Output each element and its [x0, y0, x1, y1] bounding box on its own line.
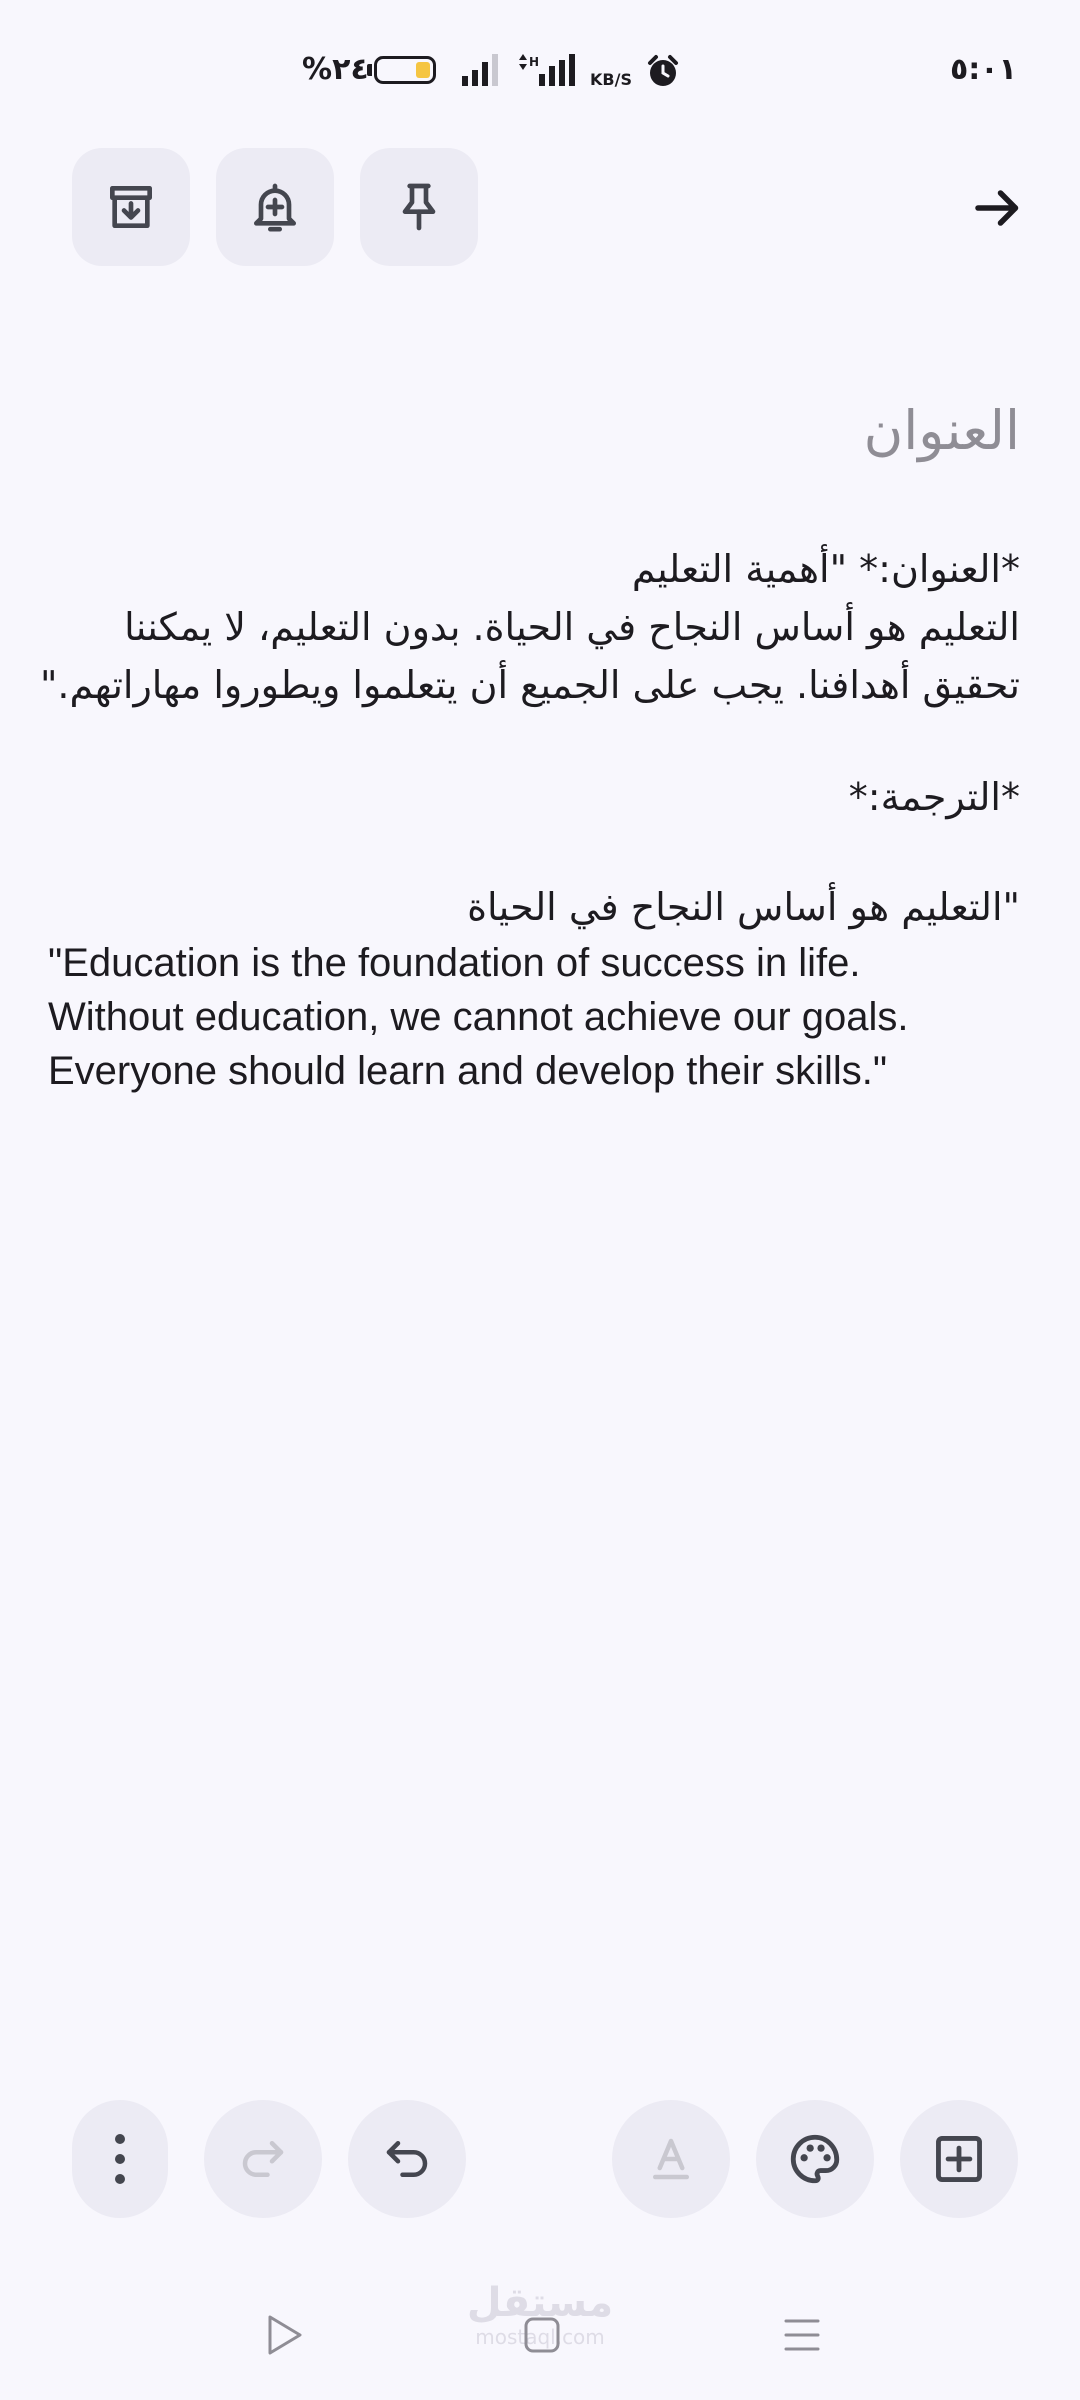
add-reminder-button[interactable]	[216, 148, 334, 266]
note-body[interactable]: *العنوان:* "أهمية التعليم التعليم هو أسا…	[39, 540, 1020, 1098]
battery-nub	[367, 64, 372, 76]
text-format-icon	[653, 2138, 689, 2180]
nav-back-button[interactable]	[244, 2300, 324, 2370]
battery-percent: %٢٤	[302, 52, 369, 87]
background-options-button[interactable]	[756, 2100, 874, 2218]
note-line: *الترجمة:*	[848, 775, 1020, 819]
battery-icon	[374, 56, 436, 84]
english-line: Without education, we cannot achieve our…	[48, 995, 909, 1039]
nav-home-icon	[524, 2317, 560, 2353]
network-speed-unit: KB/S	[590, 70, 632, 89]
svg-text:H: H	[529, 55, 539, 69]
battery-level-fill	[416, 62, 430, 78]
more-vertical-icon	[115, 2134, 125, 2184]
redo-icon	[242, 2141, 284, 2177]
text-format-button[interactable]	[612, 2100, 730, 2218]
nav-recents-icon	[784, 2319, 820, 2351]
pin-button[interactable]	[360, 148, 478, 266]
archive-icon	[110, 186, 153, 229]
palette-icon	[790, 2134, 840, 2184]
note-line: التعليم هو أساس النجاح في الحياة. بدون ا…	[124, 605, 1020, 649]
add-box-icon	[936, 2136, 982, 2182]
undo-button[interactable]	[348, 2100, 466, 2218]
status-bar: %٢٤ H KB/S ٥:٠١	[0, 0, 1080, 140]
nav-back-icon	[268, 2315, 302, 2355]
note-line: تحقيق أهدافنا. يجب على الجميع أن يتعلموا…	[39, 663, 1020, 707]
archive-button[interactable]	[72, 148, 190, 266]
undo-icon	[386, 2141, 428, 2177]
nav-recents-button[interactable]	[762, 2300, 842, 2370]
english-translation: "Education is the foundation of success …	[48, 936, 1020, 1098]
clock-time: ٥:٠١	[950, 52, 1017, 87]
more-options-button[interactable]	[72, 2100, 168, 2218]
add-button[interactable]	[900, 2100, 1018, 2218]
note-line: "التعليم هو أساس النجاح في الحياة	[467, 885, 1020, 929]
signal-icon	[462, 54, 498, 86]
english-line: "Education is the foundation of success …	[48, 941, 861, 985]
arrow-right-icon	[975, 190, 1019, 226]
redo-button[interactable]	[204, 2100, 322, 2218]
alarm-icon	[648, 55, 678, 86]
note-line: *العنوان:* "أهمية التعليم	[631, 547, 1020, 591]
add-reminder-bell-icon	[253, 183, 296, 232]
note-title-input[interactable]: العنوان	[48, 388, 1020, 474]
english-line: Everyone should learn and develop their …	[48, 1049, 888, 1093]
back-button[interactable]	[954, 164, 1042, 252]
nav-home-button[interactable]	[502, 2300, 582, 2370]
signal-data-icon: H	[519, 54, 575, 86]
pin-icon	[402, 183, 436, 231]
